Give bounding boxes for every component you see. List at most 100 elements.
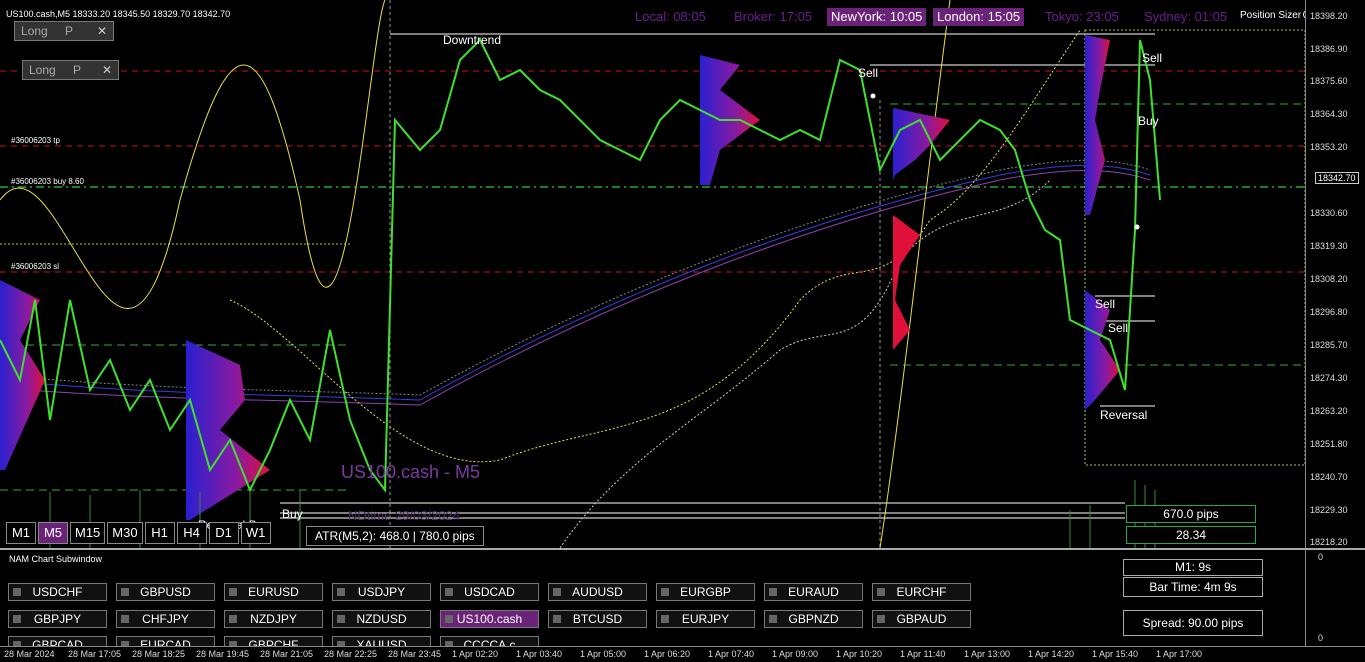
symbol-square-icon: [769, 588, 777, 596]
symbol-square-icon: [877, 615, 885, 623]
symbol-square-icon: [121, 588, 129, 596]
symbol-button-nzdjpy[interactable]: NZDJPY: [224, 610, 323, 628]
watermark-date: NDtime 29/03/2024: [348, 508, 461, 523]
time-tick: 28 Mar 23:45: [388, 649, 442, 659]
tf-m30-button[interactable]: M30: [107, 522, 143, 544]
zone-box-right: [1084, 29, 1305, 466]
session-sydney: Sydney: 01:05: [1144, 9, 1228, 24]
sl-label: #36006203 sl: [11, 262, 60, 271]
volume-profile-center: [893, 108, 950, 180]
volume-profile-right-top: [1085, 35, 1110, 215]
bar-time: Bar Time: 4m 9s: [1123, 577, 1263, 597]
price-tick: 18386.90: [1310, 44, 1348, 54]
symbol-button-usdchf[interactable]: USDCHF: [8, 583, 107, 601]
sell-label: Sell: [1095, 297, 1116, 311]
moving-average-purple: [0, 170, 1151, 406]
symbol-button-eurchf[interactable]: EURCHF: [872, 583, 971, 601]
symbol-label: USDJPY: [357, 585, 406, 599]
price-tick: 18319.30: [1310, 241, 1348, 251]
symbol-square-icon: [13, 615, 21, 623]
price-tick: 18296.80: [1310, 307, 1348, 317]
time-tick: 28 Mar 22:25: [324, 649, 378, 659]
symbol-button-gbpaud[interactable]: GBPAUD: [872, 610, 971, 628]
symbol-label: GBPNZD: [788, 612, 839, 626]
symbol-label: CHFJPY: [142, 612, 189, 626]
time-axis[interactable]: 28 Mar 2024 28 Mar 17:05 28 Mar 18:25 28…: [0, 646, 1365, 662]
time-tick: 1 Apr 02:20: [452, 649, 499, 659]
close-icon[interactable]: ✕: [97, 22, 107, 40]
symbol-square-icon: [229, 588, 237, 596]
mini-panel-p: P: [73, 63, 82, 77]
sell-label: Sell: [858, 66, 879, 80]
position-sizer-button[interactable]: Position Sizer: [1240, 10, 1313, 21]
mini-panel-long-2[interactable]: Long P ✕: [22, 60, 119, 80]
tf-h4-button[interactable]: H4: [176, 522, 207, 544]
tf-m15-button[interactable]: M15: [70, 522, 106, 544]
mini-panel-label: Long: [29, 63, 56, 77]
tf-m1-button[interactable]: M1: [6, 522, 36, 544]
price-tick: 18263.20: [1310, 406, 1348, 416]
subwindow-axis-bottom: 0: [1318, 633, 1324, 643]
symbol-label: BTCUSD: [572, 612, 623, 626]
price-tick: 18353.20: [1310, 142, 1348, 152]
price-tick: 18229.30: [1310, 505, 1348, 515]
symbol-button-eurusd[interactable]: EURUSD: [224, 583, 323, 601]
signal-dot-2: [1134, 224, 1140, 230]
indicator-curve-yellow-dotted-2: [559, 179, 1051, 548]
price-tick: 18251.80: [1310, 439, 1348, 449]
price-tick: 18375.60: [1310, 76, 1348, 86]
close-icon[interactable]: ✕: [102, 61, 112, 79]
session-broker: Broker: 17:05: [734, 9, 813, 24]
symbol-button-gbpusd[interactable]: GBPUSD: [116, 583, 215, 601]
symbol-label: EURGBP: [680, 585, 731, 599]
symbol-square-icon: [661, 588, 669, 596]
tf-m5-button[interactable]: M5: [38, 522, 68, 544]
symbol-label: GBPJPY: [33, 612, 82, 626]
m1-timer: M1: 9s: [1123, 559, 1263, 576]
symbol-label: NZDJPY: [250, 612, 297, 626]
current-price-label: 18342.70: [1315, 172, 1359, 184]
price-tick: 18364.30: [1310, 109, 1348, 119]
volume-profile-left: [0, 280, 45, 470]
symbol-label: AUDUSD: [572, 585, 623, 599]
value-box: 28.34: [1126, 526, 1256, 544]
time-tick: 1 Apr 06:20: [644, 649, 691, 659]
chart-canvas[interactable]: [0, 0, 1305, 548]
time-tick: 28 Mar 17:05: [68, 649, 122, 659]
sell-label: Sell: [1108, 321, 1129, 335]
session-london: London: 15:05: [933, 8, 1025, 26]
time-tick: 28 Mar 21:05: [260, 649, 314, 659]
symbol-label: EURCHF: [896, 585, 947, 599]
symbol-button-eurjpy[interactable]: EURJPY: [656, 610, 755, 628]
symbol-square-icon: [337, 615, 345, 623]
volume-profile-center-low: [893, 215, 920, 350]
symbol-button-usdjpy[interactable]: USDJPY: [332, 583, 431, 601]
symbol-button-gbpnzd[interactable]: GBPNZD: [764, 610, 863, 628]
price-chart[interactable]: US100.cash,M5 18333.20 18345.50 18329.70…: [0, 0, 1365, 548]
symbol-button-euraud[interactable]: EURAUD: [764, 583, 863, 601]
symbol-button-eurgbp[interactable]: EURGBP: [656, 583, 755, 601]
tf-h1-button[interactable]: H1: [144, 522, 175, 544]
symbol-square-icon: [445, 615, 453, 623]
symbol-button-chfjpy[interactable]: CHFJPY: [116, 610, 215, 628]
symbol-square-icon: [13, 588, 21, 596]
sell-label: Sell: [1142, 51, 1163, 65]
tf-d1-button[interactable]: D1: [208, 522, 239, 544]
symbol-button-nzdusd[interactable]: NZDUSD: [332, 610, 431, 628]
tf-w1-button[interactable]: W1: [240, 522, 271, 544]
time-tick: 1 Apr 15:40: [1092, 649, 1139, 659]
time-tick: 1 Apr 17:00: [1156, 649, 1203, 659]
symbol-button-usdcad[interactable]: USDCAD: [440, 583, 539, 601]
symbol-button-us100[interactable]: US100.cash: [440, 610, 539, 628]
time-tick: 1 Apr 10:20: [836, 649, 883, 659]
symbol-square-icon: [445, 588, 453, 596]
symbol-button-audusd[interactable]: AUDUSD: [548, 583, 647, 601]
time-tick: 28 Mar 19:45: [196, 649, 250, 659]
symbol-label: EURJPY: [681, 612, 730, 626]
mini-panel-long-1[interactable]: Long P ✕: [14, 21, 114, 41]
entry-label: #36006203 buy 8.60: [11, 177, 84, 186]
symbol-button-gbpjpy[interactable]: GBPJPY: [8, 610, 107, 628]
symbol-button-btcusd[interactable]: BTCUSD: [548, 610, 647, 628]
time-tick: 28 Mar 2024: [4, 649, 55, 659]
range-pips-box: 670.0 pips: [1126, 505, 1256, 523]
